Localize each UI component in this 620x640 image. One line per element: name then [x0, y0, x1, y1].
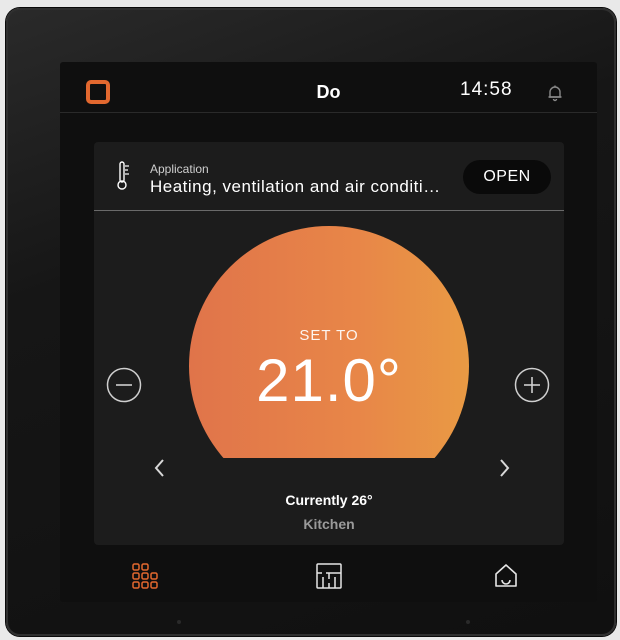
bell-icon[interactable] [546, 84, 564, 102]
thermostat-card: Application Heating, ventilation and air… [94, 142, 564, 545]
minus-circle-icon[interactable] [106, 367, 142, 403]
set-to-label: SET TO [299, 327, 359, 344]
thermometer-icon [117, 161, 129, 190]
room-title: Do [316, 82, 341, 102]
application-label: Application [150, 162, 209, 176]
bezel-sensor-dot [466, 620, 470, 624]
clock: 14:58 [460, 79, 513, 100]
application-name: Heating, ventilation and air conditionin… [150, 177, 450, 196]
home-icon [495, 564, 517, 587]
open-button[interactable]: OPEN [463, 160, 551, 194]
bottom-navigation [60, 552, 597, 602]
setpoint-value: 21.0° [256, 347, 402, 414]
device-bezel: Do 14:58 Application Heating, ventilatio… [6, 8, 616, 636]
status-bar: Do 14:58 [60, 62, 597, 113]
plus-circle-icon[interactable] [514, 367, 550, 403]
bezel-sensor-dot [177, 620, 181, 624]
chevron-right-icon[interactable] [494, 454, 514, 482]
screen: Do 14:58 Application Heating, ventilatio… [60, 62, 597, 602]
nav-home-button[interactable] [488, 558, 524, 594]
chevron-left-icon[interactable] [150, 454, 170, 482]
location-label: Kitchen [303, 516, 355, 532]
current-temperature: Currently 26° [285, 492, 373, 508]
temperature-dial[interactable]: SET TO 21.0° [189, 226, 469, 458]
floor-plan-icon [316, 563, 342, 589]
nav-rooms-button[interactable] [127, 558, 163, 594]
nav-floor-plan-button[interactable] [311, 558, 347, 594]
rooms-grid-icon [132, 563, 158, 589]
application-banner: Application Heating, ventilation and air… [94, 142, 564, 211]
